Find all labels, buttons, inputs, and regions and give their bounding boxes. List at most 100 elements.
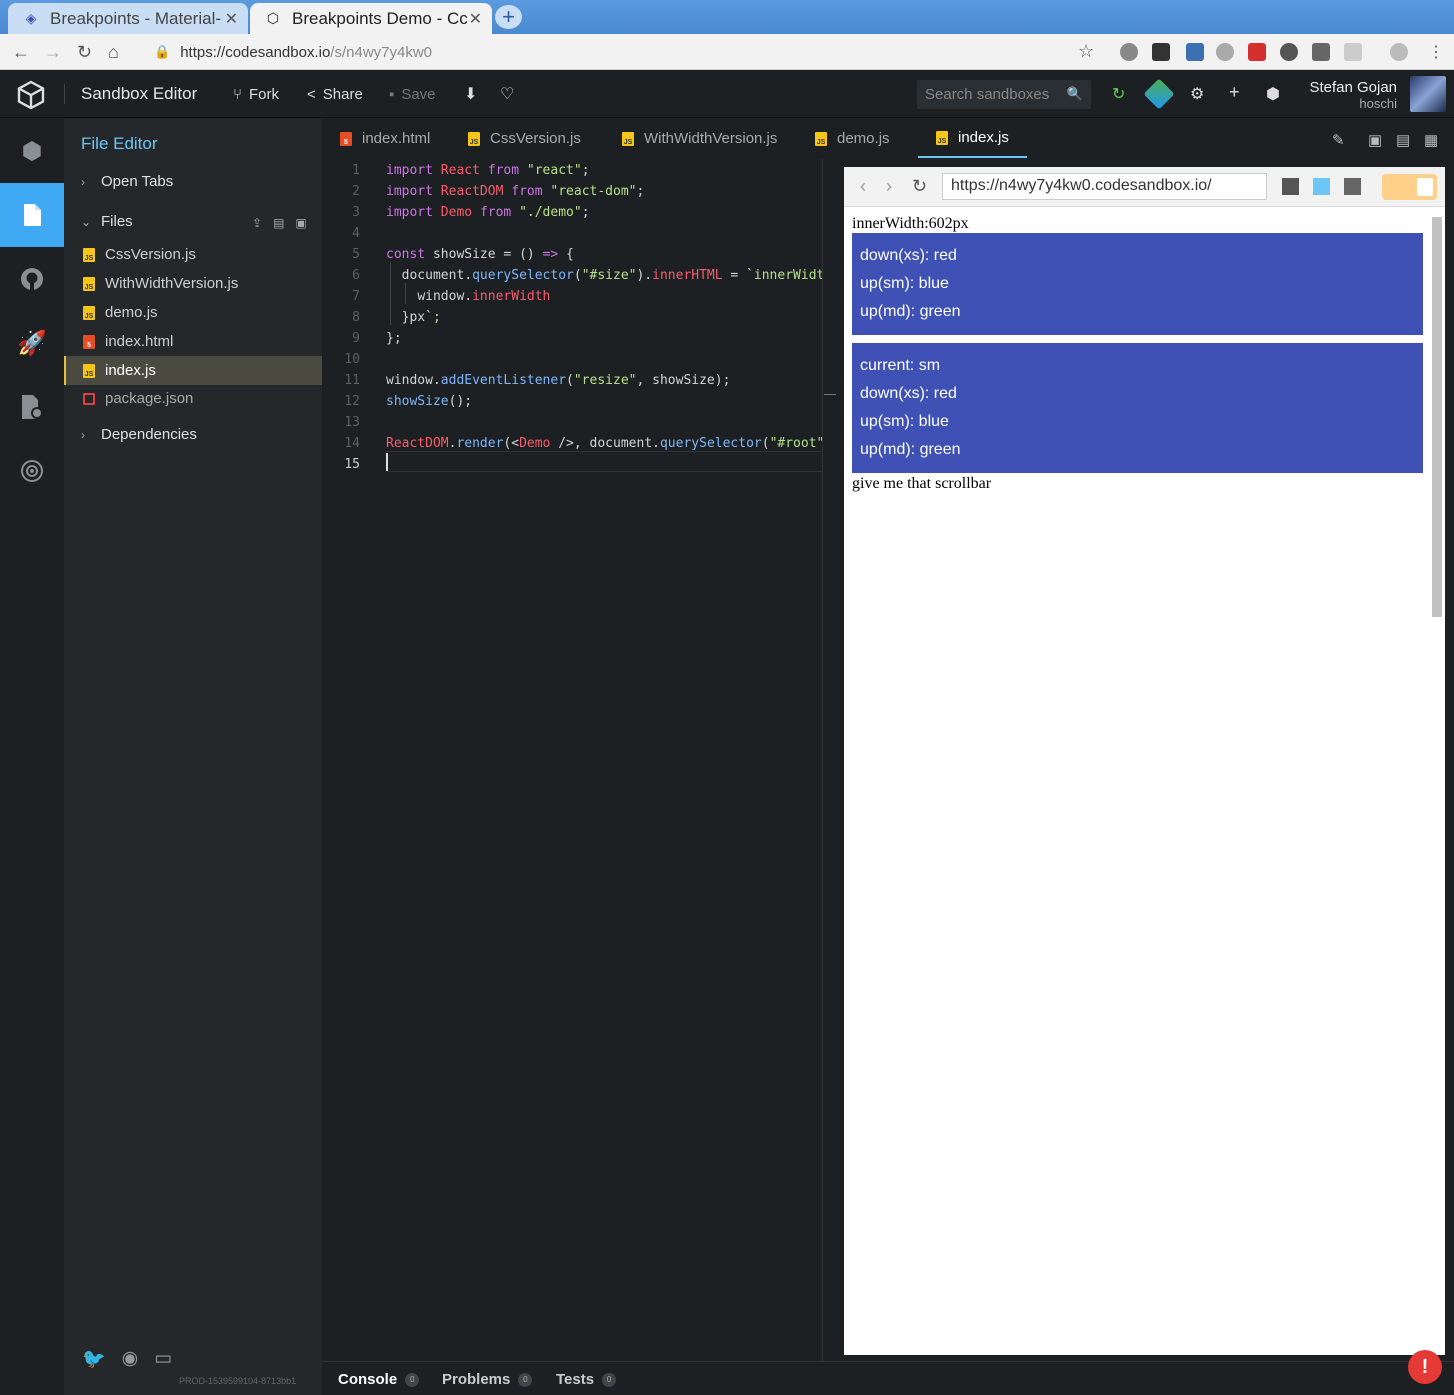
browser-tab-material[interactable]: ◈ Breakpoints - Material- ✕: [8, 3, 248, 34]
file-item[interactable]: JS CssVersion.js: [64, 240, 322, 269]
error-notification-icon[interactable]: !: [1408, 1350, 1442, 1384]
file-item[interactable]: JS WithWidthVersion.js: [64, 269, 322, 298]
extension-icon[interactable]: [1344, 43, 1362, 61]
github-icon[interactable]: ◉: [122, 1347, 139, 1371]
reload-icon[interactable]: ↻: [912, 176, 927, 197]
upload-icon[interactable]: ⇪: [252, 216, 262, 230]
bookmark-star-icon[interactable]: ☆: [1078, 41, 1094, 62]
preview-scrollbar[interactable]: [1432, 217, 1442, 617]
tab-withwidthversion[interactable]: JS WithWidthVersion.js: [604, 119, 795, 158]
breakpoint-box-css: down(xs): red up(sm): blue up(md): green: [852, 233, 1423, 335]
plus-icon[interactable]: +: [1229, 82, 1240, 103]
page-title: Sandbox Editor: [81, 84, 198, 103]
files-section[interactable]: ⌄ Files: [81, 213, 133, 230]
new-folder-icon[interactable]: ▣: [295, 216, 306, 230]
close-icon[interactable]: ✕: [225, 9, 238, 29]
tab-problems[interactable]: Problems 0: [442, 1371, 533, 1388]
preview-toggle-switch[interactable]: [1382, 174, 1437, 200]
live-broadcast-icon[interactable]: [0, 439, 64, 503]
chevron-down-icon: ⌄: [81, 214, 92, 229]
download-icon[interactable]: ⬇: [464, 84, 477, 104]
twitter-icon[interactable]: 🐦: [82, 1347, 106, 1371]
user-info[interactable]: Stefan Gojan hoschi: [1296, 79, 1397, 111]
new-file-icon[interactable]: ▤: [273, 216, 284, 230]
tab-index-js[interactable]: JS index.js: [918, 119, 1027, 158]
extension-icon[interactable]: [1312, 43, 1330, 61]
tab-label: WithWidthVersion.js: [644, 130, 778, 147]
back-arrow-icon[interactable]: ‹: [860, 176, 866, 197]
file-item[interactable]: JS demo.js: [64, 298, 322, 327]
split-view-icon[interactable]: [1313, 178, 1330, 195]
editor-tabs: 5 index.html JS CssVersion.js JS WithWidthV…: [322, 119, 1454, 159]
prettify-icon[interactable]: ✎: [1332, 131, 1345, 149]
file-name: WithWidthVersion.js: [105, 275, 239, 292]
file-editor-icon[interactable]: [0, 183, 64, 247]
sandbox-info-icon[interactable]: ⬢: [0, 119, 64, 183]
heart-icon[interactable]: ♡: [500, 84, 514, 104]
fork-button[interactable]: ⑂ Fork: [233, 86, 279, 103]
extension-icon[interactable]: [1248, 43, 1266, 61]
avatar[interactable]: [1410, 76, 1446, 112]
close-icon[interactable]: ✕: [469, 9, 482, 29]
search-icon[interactable]: 🔍: [1067, 86, 1083, 102]
github-icon[interactable]: [0, 247, 64, 311]
box-icon[interactable]: ⬢: [1266, 84, 1280, 104]
search-input[interactable]: Search sandboxes 🔍: [917, 80, 1091, 109]
dependencies-label: Dependencies: [101, 426, 197, 443]
new-tab-button[interactable]: +: [495, 5, 522, 29]
url-field[interactable]: 🔒 https://codesandbox.io/s/n4wy7y4kw0: [140, 37, 1105, 67]
browser-tab-codesandbox[interactable]: ⬡ Breakpoints Demo - Cc ✕: [250, 3, 492, 34]
tab-tests[interactable]: Tests 0: [556, 1371, 617, 1388]
js-file-icon: JS: [936, 130, 948, 145]
live-icon[interactable]: [1143, 78, 1175, 110]
forward-arrow-icon[interactable]: ›: [886, 176, 892, 197]
preview-toggle-icon[interactable]: ▣: [1368, 131, 1382, 149]
social-links: 🐦 ◉ ▭: [82, 1347, 172, 1371]
tab-cssversion[interactable]: JS CssVersion.js: [450, 119, 599, 158]
chevron-right-icon: ›: [81, 427, 85, 442]
file-item-selected[interactable]: JS index.js: [64, 356, 322, 385]
tab-demo[interactable]: JS demo.js: [797, 119, 908, 158]
file-item[interactable]: 5 index.html: [64, 327, 322, 356]
extension-icon[interactable]: [1216, 43, 1234, 61]
tab-index-html[interactable]: 5 index.html: [322, 119, 448, 158]
fork-icon: ⑂: [233, 86, 243, 103]
back-arrow-icon[interactable]: ←: [12, 42, 30, 63]
material-ui-icon: ◈: [25, 10, 37, 26]
refresh-icon[interactable]: ↻: [1112, 84, 1125, 104]
home-icon[interactable]: ⌂: [108, 42, 119, 63]
terminal-icon[interactable]: ▤: [1396, 131, 1410, 149]
tab-console[interactable]: Console 0: [338, 1371, 420, 1388]
new-window-icon[interactable]: [1344, 178, 1361, 195]
extension-icon[interactable]: [1120, 43, 1138, 61]
code-editor[interactable]: 1 2 3 4 5 6 7 8 9 10 11 12 13 14 15 impo…: [322, 159, 836, 1361]
gear-icon[interactable]: ⚙: [1190, 84, 1204, 104]
discord-icon[interactable]: ▭: [154, 1347, 172, 1371]
extension-icon[interactable]: [1152, 43, 1170, 61]
dependencies-section[interactable]: › Dependencies: [81, 426, 197, 443]
preview-url-input[interactable]: https://n4wy7y4kw0.codesandbox.io/: [942, 173, 1267, 200]
open-tabs-section[interactable]: › Open Tabs: [81, 173, 173, 190]
preview-navbar: ‹ › ↻ https://n4wy7y4kw0.codesandbox.io/: [844, 167, 1445, 207]
share-button[interactable]: < Share: [307, 86, 363, 103]
js-file-icon: JS: [815, 131, 827, 146]
extension-icon[interactable]: [1186, 43, 1204, 61]
tab-label: CssVersion.js: [490, 130, 581, 147]
server-settings-icon[interactable]: [0, 375, 64, 439]
code-line: showSize();: [386, 394, 473, 409]
codesandbox-logo-icon[interactable]: [16, 80, 46, 110]
js-file-icon: JS: [468, 131, 480, 146]
extension-icon[interactable]: [1280, 43, 1298, 61]
count-badge: 0: [518, 1372, 533, 1387]
file-item[interactable]: package.json: [64, 384, 322, 413]
rocket-icon[interactable]: 🚀: [0, 311, 64, 375]
console-toggle-icon[interactable]: [1282, 178, 1299, 195]
reload-icon[interactable]: ↻: [77, 42, 92, 63]
save-button[interactable]: ▪ Save: [389, 86, 436, 103]
profile-icon[interactable]: [1390, 43, 1408, 61]
js-file-icon: JS: [622, 131, 634, 146]
pane-resizer[interactable]: [822, 159, 844, 1361]
forward-arrow-icon[interactable]: →: [44, 42, 62, 63]
layout-icon[interactable]: ▦: [1424, 131, 1438, 149]
menu-dots-icon[interactable]: ⋮: [1428, 42, 1444, 62]
